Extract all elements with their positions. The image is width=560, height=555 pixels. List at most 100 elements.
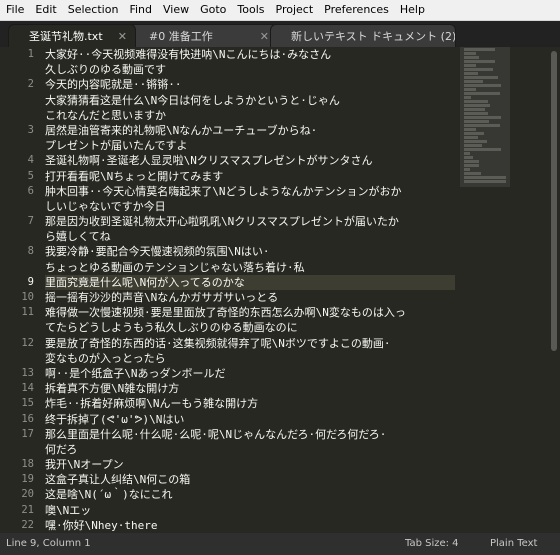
line-number: 11 [21,306,34,319]
tab-size-indicator[interactable]: Tab Size: 4 [405,533,459,555]
tab-preparation[interactable]: #0 准备工作 ✕ [128,24,278,47]
menu-item-selection[interactable]: Selection [62,0,124,20]
line-number: 13 [21,366,34,379]
text-line[interactable]: 要是放了奇怪的东西的话·这集视频就得弃了呢\Nボツですよこの動画· [45,336,455,351]
line-number: 10 [21,291,34,303]
text-line[interactable]: 啊··是个纸盒子\Nあっダンボールだ [45,366,455,381]
minimap-line [464,80,483,83]
text-line[interactable]: しいじゃないですか今日 [45,199,455,214]
editor-area[interactable]: 1234567891011121314151617181920212223 大家… [0,47,560,533]
vertical-scrollbar[interactable] [548,47,560,533]
text-line[interactable]: 摇一摇有沙沙的声音\Nなんかガサガサいっとる [45,290,455,305]
line-number [0,229,40,244]
minimap-line [464,148,502,151]
line-number: 3 [27,123,34,136]
text-line[interactable]: プレゼントが届いたんですよ [45,138,455,153]
tab-label: 圣诞节礼物.txt [29,30,103,43]
minimap-line [464,52,477,55]
minimap-line [464,160,480,163]
minimap[interactable] [460,47,510,533]
text-line[interactable]: 那是因为收到圣诞礼物太开心啦吼吼\Nクリスマスプレゼントが届いたか [45,214,455,229]
tab-christmas-gift[interactable]: 圣诞节礼物.txt ✕ [8,24,136,47]
text-line[interactable]: 居然是油管寄来的礼物呢\Nなんかユーチューブからね· [45,123,455,138]
line-number: 5 [27,169,34,182]
text-line[interactable]: 难得做一次慢速视频·要是里面放了奇怪的东西怎么办啊\N変なものは入っ [45,305,455,320]
syntax-indicator[interactable]: Plain Text [490,533,537,555]
line-number [0,351,40,366]
text-line[interactable]: 炸毛··拆着好麻烦啊\Nんーもう雑な開け方 [45,396,455,411]
text-line[interactable]: 这盒子真让人纠结\N何この箱 [45,472,455,487]
line-number [0,138,40,153]
text-line[interactable]: 那么里面是什么呢·什么呢·么呢·呢\Nじゃんなんだろ·何だろ何だろ· [45,427,455,442]
cursor-position: Line 9, Column 1 [6,538,91,549]
text-line[interactable]: 変なものが入っとったら [45,351,455,366]
text-line[interactable]: 大家猜猜看这是什么\N今日は何をしようかというと·じゃん [45,93,455,108]
line-number [0,62,40,77]
menu-item-project[interactable]: Project [270,0,319,20]
line-number-gutter: 1234567891011121314151617181920212223 [0,47,40,533]
menu-item-help[interactable]: Help [394,0,430,20]
line-number: 20 [21,488,34,501]
menu-item-preferences[interactable]: Preferences [318,0,394,20]
line-number: 15 [21,397,34,410]
text-line[interactable]: 拆着真不方便\N雑な開け方 [45,381,455,396]
line-number: 21 [21,503,34,516]
minimap-line [464,56,480,59]
minimap-line [464,140,488,143]
menu-item-edit[interactable]: Edit [29,0,61,20]
text-line[interactable]: 何だろ [45,442,455,457]
minimap-line [464,72,479,75]
scrollbar-thumb[interactable] [551,51,557,351]
minimap-line [464,172,481,175]
text-line[interactable]: 我开\Nオープン [45,457,455,472]
text-line[interactable]: 嘿·你好\Nhey·there [45,518,455,533]
minimap-line [464,136,479,139]
minimap-line [464,112,489,115]
minimap-line [464,104,491,107]
text-line[interactable]: 圣诞礼物啊·圣诞老人显灵啦\Nクリスマスプレゼントがサンタさん [45,153,455,168]
text-line[interactable]: 久しぶりのゆる動画です [45,62,455,77]
text-line[interactable]: 这是啥\N(´ω｀)なにこれ [45,487,455,502]
minimap-line [464,180,506,183]
minimap-line [464,152,470,155]
text-line[interactable]: 肿木回事··今天心情莫名嗨起来了\Nどうしようなんかテンションがおか [45,184,455,199]
menu-item-tools[interactable]: Tools [231,0,269,20]
tab-new-text-document[interactable]: 新しいテキスト ドキュメント (2).txt [270,24,456,47]
line-number: 14 [21,382,34,395]
menu-item-file[interactable]: File [0,0,29,20]
line-number: 2 [27,78,34,91]
text-line[interactable]: 我要冷静·要配合今天慢速视频的氛围\Nはい· [45,244,455,259]
text-buffer[interactable]: 大家好··今天视频难得没有快进呐\Nこんにちは·みなさん 久しぶりのゆる動画です今… [45,47,455,533]
menu-item-find[interactable]: Find [123,0,157,20]
menu-item-goto[interactable]: Goto [194,0,231,20]
line-number [0,108,40,123]
minimap-line [464,164,480,167]
text-line[interactable]: 终于拆掉了(ᕙ'ω'ᕗ)\Nはい [45,412,455,427]
text-line[interactable]: ら嬉しくてね [45,229,455,244]
text-line[interactable]: 打开看看呢\Nちょっと開けてみます [45,169,455,184]
minimap-line [464,96,471,99]
line-number: 12 [21,336,34,349]
line-number [0,93,40,108]
line-number [0,442,40,457]
text-line[interactable]: 大家好··今天视频难得没有快进呐\Nこんにちは·みなさん [45,47,455,62]
menu-bar: File Edit Selection Find View Goto Tools Projec… [0,0,560,21]
text-line[interactable]: ちょっとゆる動画のテンションじゃない落ち着け·私 [45,260,455,275]
text-line[interactable]: てたらどうしようもう私久しぶりのゆる動画なのに [45,320,455,335]
text-line[interactable]: 里面究竟是什么呢\N何が入ってるのかな [45,274,455,290]
minimap-line [464,100,489,103]
line-number: 22 [21,518,34,531]
close-icon[interactable]: ✕ [118,25,127,47]
minimap-line [464,76,499,79]
text-line[interactable]: 今天的内容呢就是··锵锵·· [45,77,455,92]
minimap-line [464,132,484,135]
minimap-line [464,124,501,127]
minimap-line [464,64,477,67]
close-icon[interactable]: ✕ [260,25,269,47]
text-line[interactable]: これなんだと思いますか [45,108,455,123]
text-line[interactable]: 噢\Nエッ [45,503,455,518]
tab-label: 新しいテキスト ドキュメント (2).txt [291,30,456,43]
menu-item-view[interactable]: View [157,0,194,20]
line-number: 7 [27,215,34,228]
minimap-line [464,156,473,159]
